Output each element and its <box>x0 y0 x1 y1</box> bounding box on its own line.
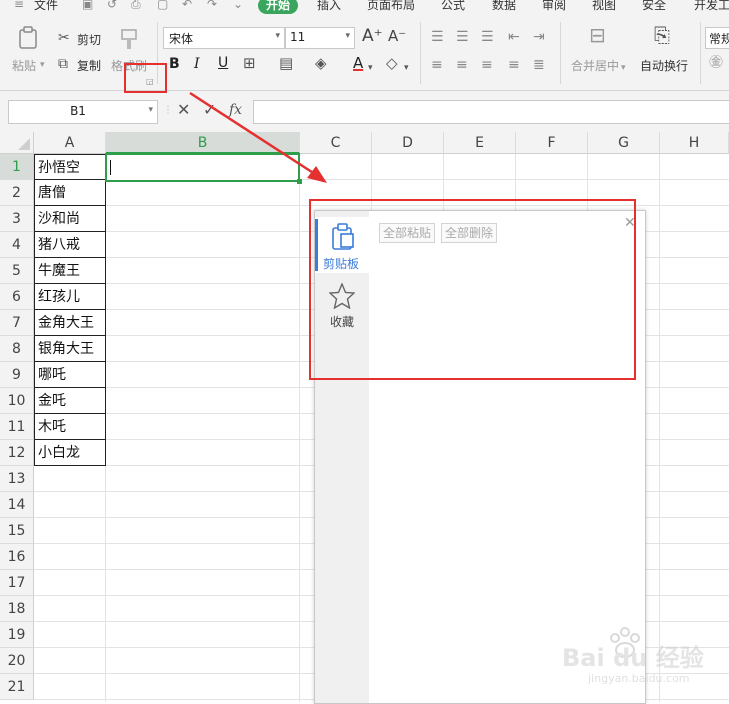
watermark: Bai du 经验 jingyan.baidu.com <box>562 624 722 694</box>
watermark-url: jingyan.baidu.com <box>588 672 690 685</box>
annotation-arrow-icon <box>189 91 327 183</box>
watermark-brand: Bai du 经验 <box>562 644 704 672</box>
